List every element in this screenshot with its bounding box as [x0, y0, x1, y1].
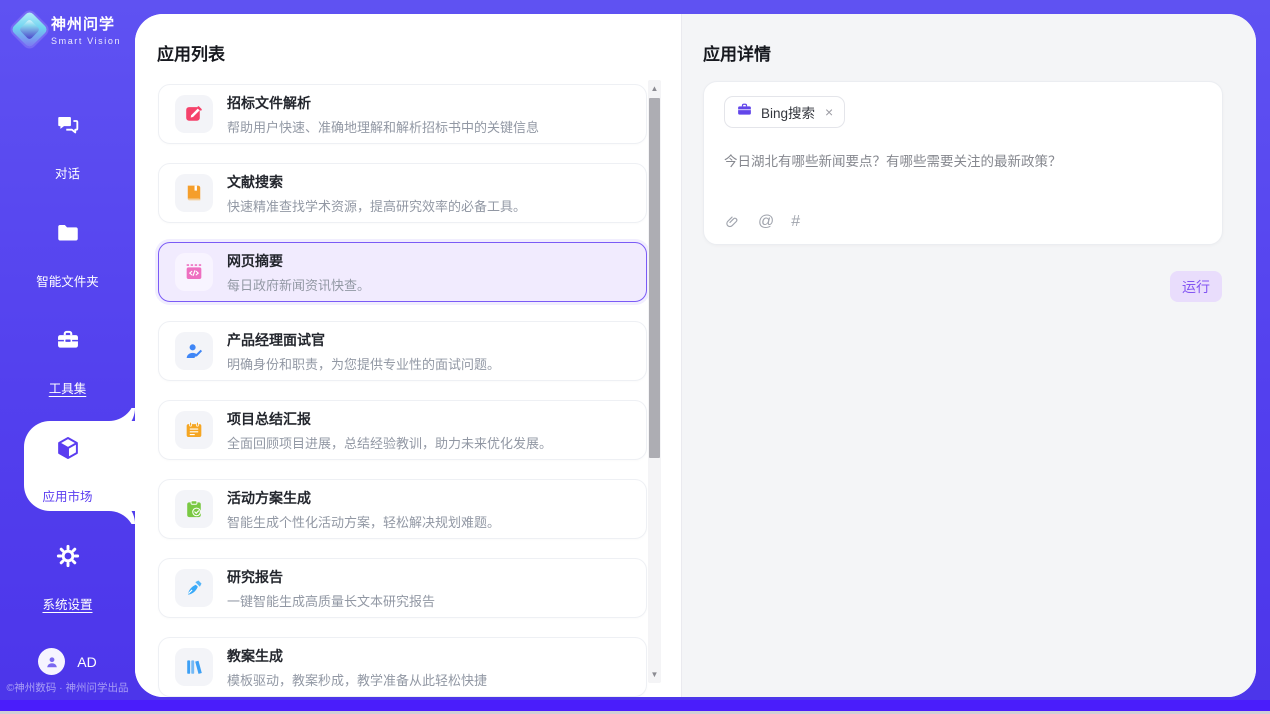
app-card-6[interactable]: 研究报告一键智能生成高质量长文本研究报告: [158, 558, 647, 618]
user-row[interactable]: AD: [0, 648, 135, 675]
app-card-name: 研究报告: [227, 567, 435, 587]
chip-close-icon[interactable]: ×: [825, 104, 833, 120]
sidebar: 神州问学 Smart Vision 对话智能文件夹工具集应用市场系统设置 AD …: [0, 0, 135, 700]
app-card-texts: 教案生成模板驱动，教案秒成，教学准备从此轻松快捷: [227, 646, 487, 689]
sidebar-item-label: 工具集: [49, 378, 87, 397]
bottom-accent-bar: [0, 700, 1270, 711]
brand-logo: 神州问学 Smart Vision: [16, 13, 121, 46]
folder-icon: [0, 220, 135, 246]
sidebar-item-folders[interactable]: 智能文件夹: [0, 220, 135, 291]
question-text[interactable]: 今日湖北有哪些新闻要点？有哪些需要关注的最新政策？: [724, 152, 1202, 172]
brand-text: 神州问学 Smart Vision: [51, 13, 121, 46]
brand-name: 神州问学: [51, 13, 121, 34]
tool-chip-bing-search[interactable]: Bing搜索 ×: [724, 96, 845, 128]
app-card-name: 教案生成: [227, 646, 487, 666]
app-card-desc: 每日政府新闻资讯快查。: [227, 275, 370, 294]
sidebar-item-label: 应用市场: [42, 486, 92, 505]
avatar[interactable]: [38, 648, 65, 675]
app-card-name: 项目总结汇报: [227, 409, 552, 429]
pen-report-icon: [175, 569, 213, 607]
app-card-texts: 网页摘要每日政府新闻资讯快查。: [227, 251, 370, 294]
app-card-name: 网页摘要: [227, 251, 370, 271]
edit-square-icon: [175, 95, 213, 133]
app-card-7[interactable]: 教案生成模板驱动，教案秒成，教学准备从此轻松快捷: [158, 637, 647, 697]
books-icon: [175, 648, 213, 686]
composer-toolbar: @ #: [724, 213, 800, 231]
app-card-2[interactable]: 网页摘要每日政府新闻资讯快查。: [158, 242, 647, 302]
toolbox-icon: [0, 327, 135, 353]
app-card-name: 产品经理面试官: [227, 330, 500, 350]
app-card-desc: 模板驱动，教案秒成，教学准备从此轻松快捷: [227, 670, 487, 689]
webpage-code-icon: [175, 253, 213, 291]
brand-diamond-icon: [10, 10, 48, 48]
briefcase-icon: [736, 101, 753, 123]
interviewer-icon: [175, 332, 213, 370]
app-detail-title: 应用详情: [703, 40, 771, 65]
app-card-texts: 文献搜索快速精准查找学术资源，提高研究效率的必备工具。: [227, 172, 526, 215]
app-list-panel: 应用列表 招标文件解析帮助用户快速、准确地理解和解析招标书中的关键信息文献搜索快…: [135, 14, 681, 697]
app-list-title: 应用列表: [157, 40, 225, 65]
app-card-desc: 快速精准查找学术资源，提高研究效率的必备工具。: [227, 196, 526, 215]
app-card-desc: 一键智能生成高质量长文本研究报告: [227, 591, 435, 610]
clipboard-check-icon: [175, 490, 213, 528]
tool-chip-label: Bing搜索: [761, 102, 815, 122]
mention-icon[interactable]: @: [758, 213, 774, 231]
app-card-texts: 产品经理面试官明确身份和职责，为您提供专业性的面试问题。: [227, 330, 500, 373]
app-card-desc: 明确身份和职责，为您提供专业性的面试问题。: [227, 354, 500, 373]
app-detail-panel: 应用详情 Bing搜索 × 今日湖北有哪些新闻要点？有哪些需要关注的最新政策？ …: [681, 14, 1256, 697]
app-card-desc: 帮助用户快速、准确地理解和解析招标书中的关键信息: [227, 117, 539, 136]
sidebar-item-label: 对话: [55, 163, 80, 182]
sidebar-item-tools[interactable]: 工具集: [0, 327, 135, 398]
hash-icon[interactable]: #: [791, 213, 800, 231]
cube-icon: [0, 435, 135, 461]
scrollbar-thumb[interactable]: [649, 98, 660, 458]
copyright-text: ©神州数码 · 神州问学出品: [0, 680, 135, 695]
app-card-name: 活动方案生成: [227, 488, 500, 508]
brand-subtitle: Smart Vision: [51, 36, 121, 46]
book-icon: [175, 174, 213, 212]
app-card-name: 文献搜索: [227, 172, 526, 192]
run-button[interactable]: 运行: [1170, 271, 1222, 302]
app-card-desc: 全面回顾项目进展，总结经验教训，助力未来优化发展。: [227, 433, 552, 452]
prompt-input-card[interactable]: Bing搜索 × 今日湖北有哪些新闻要点？有哪些需要关注的最新政策？ @ #: [703, 81, 1223, 245]
app-card-name: 招标文件解析: [227, 93, 539, 113]
sidebar-item-settings[interactable]: 系统设置: [0, 543, 135, 614]
sidebar-item-label: 智能文件夹: [36, 271, 99, 290]
app-card-4[interactable]: 项目总结汇报全面回顾项目进展，总结经验教训，助力未来优化发展。: [158, 400, 647, 460]
app-card-3[interactable]: 产品经理面试官明确身份和职责，为您提供专业性的面试问题。: [158, 321, 647, 381]
app-card-desc: 智能生成个性化活动方案，轻松解决规划难题。: [227, 512, 500, 531]
main-content: 应用列表 招标文件解析帮助用户快速、准确地理解和解析招标书中的关键信息文献搜索快…: [135, 14, 1256, 697]
app-card-5[interactable]: 活动方案生成智能生成个性化活动方案，轻松解决规划难题。: [158, 479, 647, 539]
user-initials: AD: [77, 654, 96, 670]
app-card-texts: 研究报告一键智能生成高质量长文本研究报告: [227, 567, 435, 610]
app-card-0[interactable]: 招标文件解析帮助用户快速、准确地理解和解析招标书中的关键信息: [158, 84, 647, 144]
app-card-1[interactable]: 文献搜索快速精准查找学术资源，提高研究效率的必备工具。: [158, 163, 647, 223]
scrollbar[interactable]: ▲ ▼: [648, 80, 661, 683]
sidebar-item-chat[interactable]: 对话: [0, 112, 135, 183]
paperclip-icon[interactable]: [724, 214, 741, 231]
scroll-up-arrow-icon[interactable]: ▲: [648, 82, 661, 95]
gear-icon: [0, 543, 135, 569]
app-card-texts: 活动方案生成智能生成个性化活动方案，轻松解决规划难题。: [227, 488, 500, 531]
sidebar-item-label: 系统设置: [42, 594, 92, 613]
app-card-texts: 招标文件解析帮助用户快速、准确地理解和解析招标书中的关键信息: [227, 93, 539, 136]
app-list: 招标文件解析帮助用户快速、准确地理解和解析招标书中的关键信息文献搜索快速精准查找…: [158, 84, 647, 697]
scroll-down-arrow-icon[interactable]: ▼: [648, 668, 661, 681]
chat-icon: [0, 112, 135, 138]
app-card-texts: 项目总结汇报全面回顾项目进展，总结经验教训，助力未来优化发展。: [227, 409, 552, 452]
calendar-icon: [175, 411, 213, 449]
sidebar-item-market[interactable]: 应用市场: [0, 435, 135, 506]
